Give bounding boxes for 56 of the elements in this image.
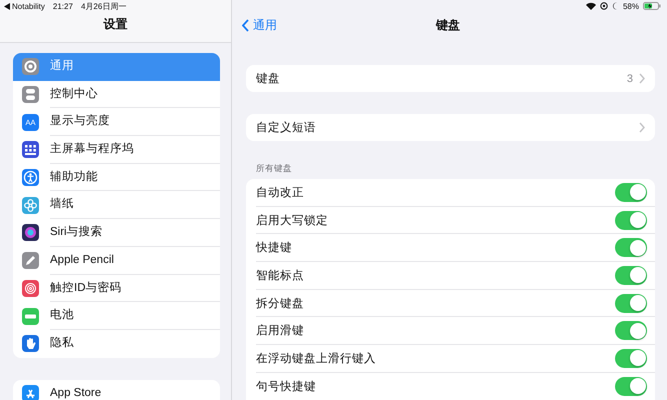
sidebar-item[interactable]: 主屏幕与程序坞 [13,136,220,164]
toggle-label: 启用大写锁定 [256,214,329,228]
toggle-label: 智能标点 [256,268,305,283]
settings-row[interactable]: 键盘 3 [246,65,655,92]
back-chevron-icon [242,19,249,32]
toggle-label: 快捷键 [256,240,293,256]
orb-icon [22,224,39,242]
battery-icon [22,308,39,325]
sidebar-item[interactable]: 辅助功能 [13,164,220,192]
status-date: 4月26日周一 [80,0,126,12]
wifi-icon [586,2,596,10]
sidebar-item[interactable]: App Store [13,380,220,400]
sidebar-item[interactable]: 电池 [13,302,220,330]
toggle-switch[interactable] [615,238,647,258]
gear-icon [22,58,39,76]
sidebar-item[interactable]: 控制中心 [13,80,220,108]
status-time: 21:27 [52,2,73,10]
back-button[interactable]: 通用 [242,17,277,34]
chevron-icon [639,73,645,84]
page-title: 键盘 [436,17,460,34]
toggle-switch[interactable] [615,294,647,313]
sidebar-item[interactable]: 隐私 [13,330,220,358]
toggle-switch[interactable] [615,182,647,202]
grid-icon [22,141,39,158]
back-to-app-link[interactable]: Notability [4,2,45,10]
settings-row[interactable]: 自定义短语 [246,114,655,141]
toggle-switch[interactable] [615,266,647,285]
toggle-switch[interactable] [615,210,647,230]
back-triangle-icon [4,2,10,10]
toggle-label: 自动改正 [256,186,305,200]
rotation-lock-icon [600,2,608,10]
sidebar-item[interactable]: 墙纸 [13,191,220,220]
toggle-switch[interactable] [615,376,647,396]
battery-icon [643,2,661,10]
sidebar-item[interactable]: Apple Pencil [13,246,220,274]
section-header: 所有键盘 [256,163,293,175]
toggle-label: 启用滑键 [256,324,305,338]
sidebar-item[interactable]: 触控ID与密码 [13,274,220,302]
toggle-label: 在浮动键盘上滑行键入 [256,352,377,366]
hand-icon [22,335,39,352]
toggles-icon [22,86,39,104]
sidebar-item[interactable]: Siri与搜索 [13,219,220,247]
chevron-icon [639,122,645,133]
row-value: 3 [626,72,633,84]
flower-icon [22,196,39,214]
row-label: 键盘 [256,72,281,86]
toggle-label: 拆分键盘 [256,296,305,311]
row-label: 自定义短语 [256,120,317,135]
toggle-label: 句号快捷键 [256,380,317,394]
accessibility-icon [22,169,39,186]
toggle-switch[interactable] [615,348,647,368]
pencil-icon [22,252,39,270]
fingerprint-icon [22,280,39,297]
sidebar-title: 设置 [104,16,128,33]
battery-percent: 58% [622,2,639,10]
toggle-switch[interactable] [615,321,647,340]
